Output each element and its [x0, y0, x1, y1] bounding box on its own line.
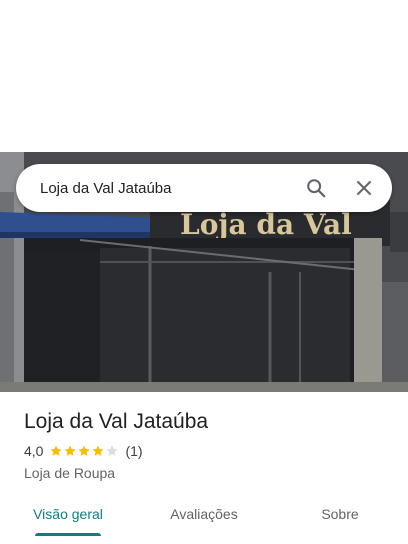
star-filled-icon: [78, 445, 91, 456]
search-bar[interactable]: Loja da Val Jataúba: [16, 164, 392, 212]
star-filled-icon: [92, 445, 105, 456]
tab-label: Visão geral: [33, 506, 103, 522]
tab-reviews[interactable]: Avaliações: [136, 492, 272, 544]
review-count[interactable]: (1): [125, 443, 142, 459]
clear-search-button[interactable]: [340, 164, 388, 212]
search-icon: [307, 179, 326, 198]
place-category[interactable]: Loja de Roupa: [24, 464, 392, 482]
star-filled-icon: [50, 445, 63, 456]
star-empty-icon: [106, 445, 119, 456]
star-rating: [49, 444, 119, 458]
tab-overview[interactable]: Visão geral: [0, 492, 136, 544]
place-tabs: Visão geral Avaliações Sobre: [0, 492, 408, 544]
star-filled-icon: [64, 445, 77, 456]
close-icon: [357, 181, 371, 195]
place-info: Loja da Val Jataúba 4,0 (1) Loja de Roup…: [24, 408, 392, 482]
tab-label: Sobre: [321, 506, 359, 522]
rating-value: 4,0: [24, 443, 44, 459]
map-blank-area: [0, 0, 408, 152]
tab-about[interactable]: Sobre: [272, 492, 408, 544]
rating-row[interactable]: 4,0 (1): [24, 442, 392, 460]
search-button[interactable]: [292, 164, 340, 212]
search-input[interactable]: Loja da Val Jataúba: [16, 180, 292, 197]
active-tab-indicator: [35, 533, 101, 536]
sign-text: Loja da Val: [180, 208, 352, 241]
tab-label: Avaliações: [170, 506, 238, 522]
place-title: Loja da Val Jataúba: [24, 410, 209, 433]
